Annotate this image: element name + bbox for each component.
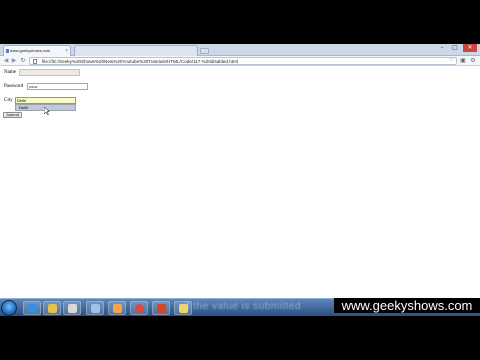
maximize-button[interactable]: □ — [450, 44, 460, 52]
explorer-icon[interactable] — [23, 301, 41, 315]
city-field[interactable]: Delhi — [15, 97, 76, 104]
video-frame: www.geekyshows.com × – □ ✕ ◀ ▶ ↻ file://… — [0, 0, 480, 360]
new-tab-button[interactable] — [200, 48, 209, 54]
notepad-icon[interactable] — [86, 301, 104, 315]
address-bar[interactable]: file:///E:/Geeky%20Shows%20New%20Youtube… — [29, 57, 457, 65]
browser-window: www.geekyshows.com × – □ ✕ ◀ ▶ ↻ file://… — [0, 44, 480, 298]
subtitle-caption: if the value is submitted — [184, 301, 301, 312]
submit-button[interactable]: Submit — [3, 112, 22, 118]
page-content: Name Password •••••• City Delhi Delhi Su… — [0, 67, 480, 298]
close-button[interactable]: ✕ — [463, 44, 477, 52]
address-text: file:///E:/Geeky%20Shows%20New%20Youtube… — [42, 59, 238, 64]
back-button[interactable]: ◀ — [2, 57, 10, 65]
bookmark-star-icon[interactable]: ☆ — [449, 58, 454, 64]
paint-icon[interactable] — [108, 301, 126, 315]
password-label: Password — [4, 84, 24, 89]
tab-geekyshows[interactable]: www.geekyshows.com × — [3, 45, 71, 56]
tab-label: www.geekyshows.com — [10, 48, 51, 53]
powerpoint-icon[interactable] — [152, 301, 170, 315]
name-label: Name — [4, 70, 16, 75]
browser-toolbar: ◀ ▶ ↻ file:///E:/Geeky%20Shows%20New%20Y… — [0, 56, 480, 66]
forward-button[interactable]: ▶ — [10, 57, 18, 65]
wrench-icon[interactable]: ⚙ — [469, 57, 477, 65]
watermark-text: www.geekyshows.com — [334, 298, 480, 313]
tab-strip: www.geekyshows.com × – □ ✕ — [0, 44, 480, 56]
page-icon — [33, 59, 37, 64]
favicon-icon — [6, 49, 9, 53]
name-field-disabled — [19, 69, 80, 76]
minimize-button[interactable]: – — [437, 44, 447, 52]
tab-close-icon[interactable]: × — [65, 46, 68, 56]
chrome-icon[interactable] — [130, 301, 148, 315]
extension-icon[interactable]: ▣ — [459, 57, 467, 65]
windows-start-icon[interactable] — [1, 300, 17, 316]
media-icon[interactable] — [63, 301, 81, 315]
password-field[interactable]: •••••• — [27, 83, 88, 90]
city-label: City — [4, 98, 13, 103]
ie-icon[interactable] — [43, 301, 61, 315]
tab-background[interactable] — [74, 45, 198, 56]
mouse-cursor-icon — [44, 107, 50, 115]
reload-button[interactable]: ↻ — [19, 57, 27, 65]
